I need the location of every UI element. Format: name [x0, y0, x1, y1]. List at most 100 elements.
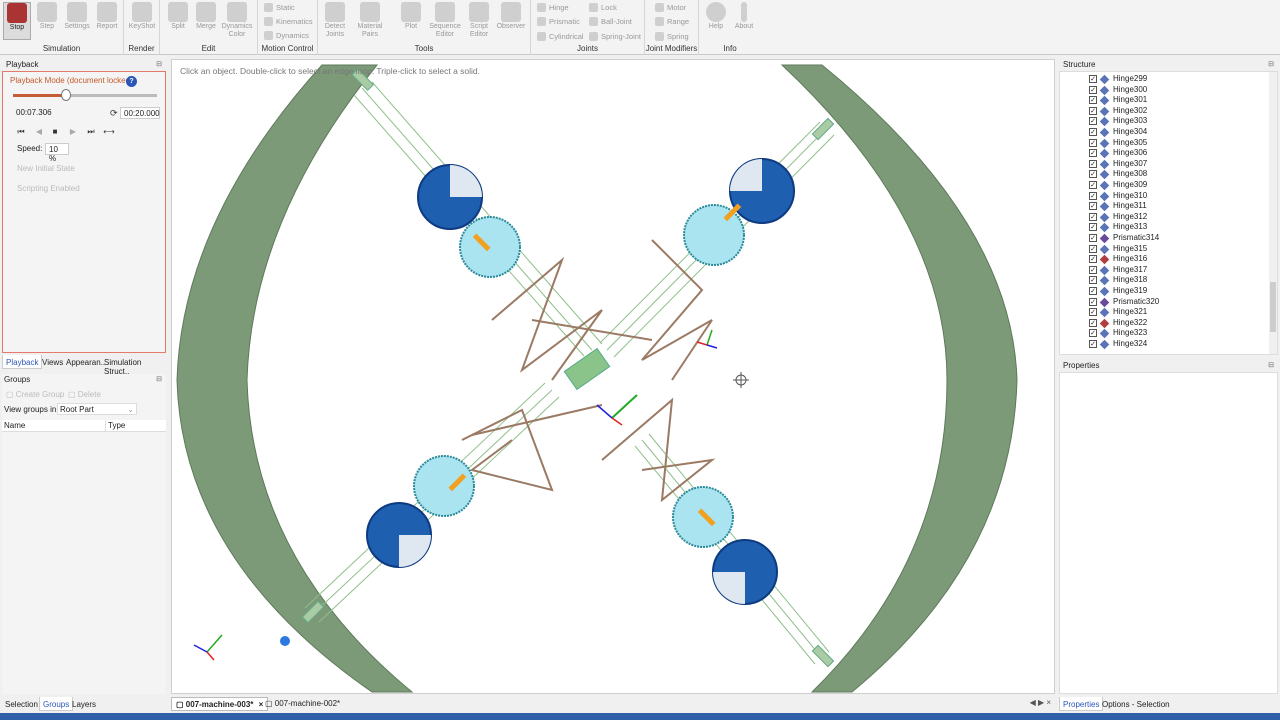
visibility-checkbox[interactable]: ✓: [1089, 318, 1097, 327]
visibility-checkbox[interactable]: ✓: [1089, 244, 1097, 253]
outer-ring-right[interactable]: [780, 64, 1018, 693]
visibility-checkbox[interactable]: ✓: [1089, 202, 1097, 211]
dynamics-option[interactable]: Dynamics: [264, 28, 309, 42]
column-name[interactable]: Name: [4, 421, 25, 430]
about-button[interactable]: About: [729, 2, 759, 42]
spring-joint-option[interactable]: Spring-Joint: [589, 29, 641, 43]
tree-item[interactable]: ✓ Hinge309: [1060, 180, 1270, 191]
visibility-checkbox[interactable]: ✓: [1089, 117, 1097, 126]
gear-top-right[interactable]: [683, 204, 745, 266]
help-icon[interactable]: ?: [126, 76, 137, 87]
playback-slider[interactable]: [13, 89, 157, 101]
tree-item[interactable]: ✓ Hinge312: [1060, 212, 1270, 223]
tab-properties[interactable]: Properties: [1059, 697, 1104, 711]
ball-joint-option[interactable]: Ball-Joint: [589, 14, 632, 28]
tree-item[interactable]: ✓ Hinge313: [1060, 222, 1270, 233]
lock-option[interactable]: Lock: [589, 0, 617, 14]
tree-item[interactable]: ✓ Hinge311: [1060, 201, 1270, 212]
visibility-checkbox[interactable]: ✓: [1089, 191, 1097, 200]
drive-disc-bottom-left[interactable]: [366, 502, 432, 568]
drive-disc-bottom-right[interactable]: [712, 539, 778, 605]
static-option[interactable]: Static: [264, 0, 295, 14]
plot-button[interactable]: Plot: [396, 2, 426, 42]
tab-nav-icons[interactable]: ◀ ▶ ×: [1030, 698, 1051, 707]
playback-slider-thumb[interactable]: [60, 89, 71, 101]
visibility-checkbox[interactable]: ✓: [1089, 85, 1097, 94]
visibility-checkbox[interactable]: ✓: [1089, 340, 1097, 348]
tab-selection[interactable]: Selection: [2, 697, 41, 711]
visibility-checkbox[interactable]: ✓: [1089, 329, 1097, 338]
visibility-checkbox[interactable]: ✓: [1089, 75, 1097, 83]
pin-icon[interactable]: ⊟: [1268, 60, 1274, 68]
machine-model[interactable]: [172, 60, 1055, 694]
gear-top-left[interactable]: [459, 216, 521, 278]
new-initial-state-button[interactable]: New Initial State: [17, 164, 75, 173]
sequence-editor-button[interactable]: Sequence Editor: [428, 2, 462, 42]
tree-item[interactable]: ✓ Hinge319: [1060, 286, 1270, 297]
tree-item[interactable]: ✓ Hinge300: [1060, 85, 1270, 96]
script-editor-button[interactable]: Script Editor: [464, 2, 494, 42]
pin-icon[interactable]: ⊟: [1268, 361, 1274, 369]
visibility-checkbox[interactable]: ✓: [1089, 297, 1097, 306]
gear-bottom-left[interactable]: [413, 455, 475, 517]
end-time-field[interactable]: 00:20.000: [120, 107, 160, 119]
skip-end-icon[interactable]: ⏭: [85, 127, 97, 139]
tab-playback[interactable]: Playback: [2, 355, 43, 369]
tree-item[interactable]: ✓ Hinge305: [1060, 138, 1270, 149]
visibility-checkbox[interactable]: ✓: [1089, 212, 1097, 221]
tree-item[interactable]: ✓ Hinge321: [1060, 307, 1270, 318]
speed-field[interactable]: 10 %: [45, 143, 69, 163]
arm-end-cap[interactable]: [811, 644, 835, 668]
visibility-checkbox[interactable]: ✓: [1089, 181, 1097, 189]
tab-layers[interactable]: Layers: [69, 697, 99, 711]
pin-icon[interactable]: ⊟: [156, 375, 162, 383]
tree-item[interactable]: ✓ Hinge323: [1060, 328, 1270, 339]
delete-group-button[interactable]: ▢ Delete: [68, 390, 101, 399]
visibility-checkbox[interactable]: ✓: [1089, 138, 1097, 147]
tree-item[interactable]: ✓ Hinge304: [1060, 127, 1270, 138]
visibility-checkbox[interactable]: ✓: [1089, 287, 1097, 295]
visibility-checkbox[interactable]: ✓: [1089, 276, 1097, 285]
tree-item[interactable]: ✓ Hinge308: [1060, 169, 1270, 180]
tree-item[interactable]: ✓ Hinge307: [1060, 159, 1270, 170]
range-option[interactable]: Range: [655, 14, 689, 28]
drive-disc-top-right[interactable]: [729, 158, 795, 224]
observer-button[interactable]: Observer: [494, 2, 528, 42]
visibility-checkbox[interactable]: ✓: [1089, 149, 1097, 158]
tree-item[interactable]: ✓ Hinge322: [1060, 318, 1270, 329]
column-type[interactable]: Type: [108, 421, 125, 430]
tree-item[interactable]: ✓ Hinge316: [1060, 254, 1270, 265]
document-tab[interactable]: ▢ 007-machine-002*: [261, 697, 344, 711]
settings-button[interactable]: Settings: [62, 2, 92, 42]
split-button[interactable]: Split: [163, 2, 193, 42]
tree-item[interactable]: ✓ Prismatic320: [1060, 297, 1270, 308]
step-button[interactable]: Step: [32, 2, 62, 42]
visibility-checkbox[interactable]: ✓: [1089, 255, 1097, 264]
keyshot-button[interactable]: KeyShot: [127, 2, 157, 42]
document-tab-active[interactable]: ▢ 007-machine-003* ×: [171, 697, 269, 711]
material-pairs-button[interactable]: Material Pairs: [351, 2, 389, 42]
hinge-option[interactable]: Hinge: [537, 0, 569, 14]
repeat-icon[interactable]: ⟳: [110, 108, 118, 119]
prismatic-option[interactable]: Prismatic: [537, 14, 580, 28]
tree-item[interactable]: ✓ Hinge310: [1060, 191, 1270, 202]
tree-item[interactable]: ✓ Hinge318: [1060, 275, 1270, 286]
tree-item[interactable]: ✓ Hinge303: [1060, 116, 1270, 127]
loop-mode-icon[interactable]: ⟷: [103, 127, 115, 139]
scrollbar-thumb[interactable]: [1270, 282, 1276, 332]
visibility-checkbox[interactable]: ✓: [1089, 170, 1097, 179]
visibility-checkbox[interactable]: ✓: [1089, 234, 1097, 242]
step-back-icon[interactable]: ◀: [33, 127, 45, 139]
create-group-button[interactable]: ▢ Create Group: [6, 390, 64, 399]
stop-button[interactable]: Stop: [3, 2, 31, 40]
3d-viewport[interactable]: Click an object. Double-click to select …: [171, 59, 1055, 694]
tree-item[interactable]: ✓ Hinge302: [1060, 106, 1270, 117]
visibility-checkbox[interactable]: ✓: [1089, 223, 1097, 232]
selection-marker[interactable]: [280, 636, 290, 646]
visibility-checkbox[interactable]: ✓: [1089, 96, 1097, 105]
tab-options-selection[interactable]: Options - Selection: [1099, 697, 1173, 711]
dynamics-color-button[interactable]: Dynamics Color: [220, 2, 254, 42]
skip-start-icon[interactable]: ⏮: [15, 127, 27, 139]
scripting-enabled-toggle[interactable]: Scripting Enabled: [17, 184, 80, 193]
tree-item[interactable]: ✓ Hinge301: [1060, 95, 1270, 106]
